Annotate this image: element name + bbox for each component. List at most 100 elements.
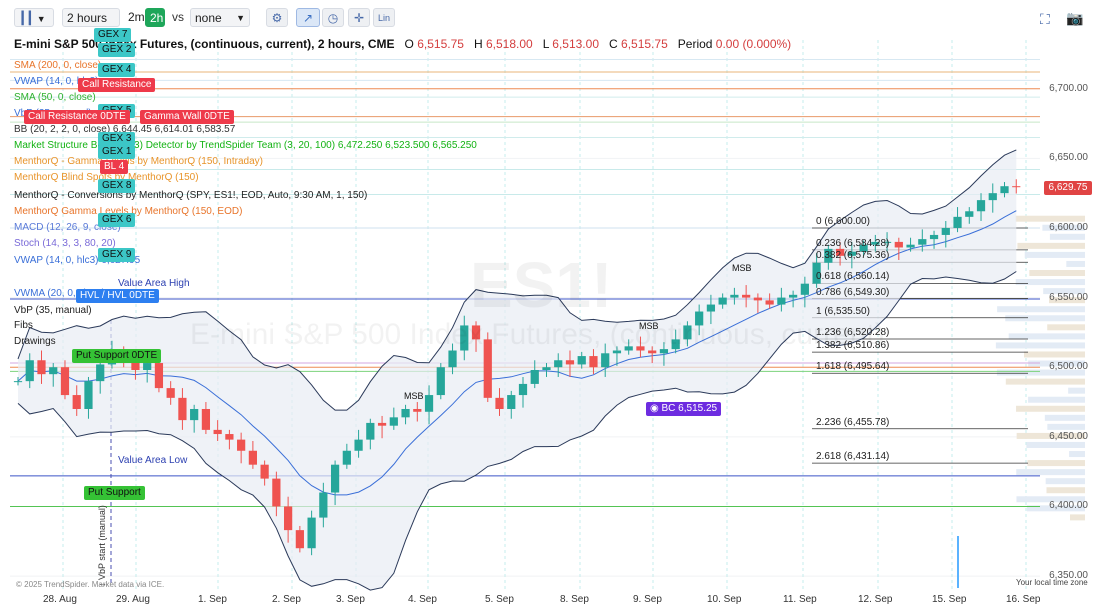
level-tag[interactable]: GEX 2 <box>98 43 136 57</box>
candle-body <box>166 388 175 398</box>
volume-profile-bar <box>997 306 1085 313</box>
price-tick: 6,450.00 <box>1049 430 1088 442</box>
level-tag[interactable]: GEX 3 <box>98 132 136 146</box>
fib-label: 0.382 (6,575.36) <box>816 250 890 262</box>
volume-profile-bar <box>1045 478 1085 485</box>
msb-label: MSB <box>732 263 752 273</box>
level-tag[interactable]: BL 4 <box>100 160 129 174</box>
c-label: C <box>609 37 618 51</box>
candle-body <box>518 383 528 396</box>
candle-body <box>413 408 422 412</box>
candle-body <box>507 395 516 409</box>
level-tag[interactable]: GEX 9 <box>98 248 136 262</box>
candle-body <box>72 395 81 409</box>
legend-item[interactable]: Drawings <box>14 336 56 347</box>
time-tick: 29. Aug <box>116 594 150 605</box>
time-tick: 11. Sep <box>783 594 817 605</box>
volume-profile-bar <box>1028 396 1085 403</box>
level-tag[interactable]: GEX 6 <box>98 213 136 227</box>
candle-body <box>307 517 316 549</box>
candle-body <box>777 297 786 305</box>
candle-body <box>965 211 974 217</box>
legend-item[interactable]: Market Structure Break (4, 3) Detector b… <box>14 140 477 151</box>
volume-profile-bar <box>1070 514 1085 521</box>
legend-item[interactable]: Fibs <box>14 320 33 331</box>
candle-body <box>37 360 46 375</box>
volume-profile-bar <box>1017 242 1085 249</box>
period-label: Period <box>677 37 713 51</box>
candle-body <box>190 408 199 421</box>
level-tag[interactable]: Put Support 0DTE <box>72 349 162 363</box>
h-label: H <box>473 37 483 51</box>
time-tick: 1. Sep <box>198 594 227 605</box>
level-tag[interactable]: HVL / HVL 0DTE <box>76 289 159 303</box>
level-tag[interactable]: Call Resistance <box>78 78 156 92</box>
msb-label: MSB <box>404 391 424 401</box>
volume-profile-bar <box>1047 423 1085 430</box>
value-area-high-label: Value Area High <box>118 278 190 289</box>
level-tag[interactable]: Gamma Wall 0DTE <box>140 110 234 124</box>
volume-profile-bar <box>1005 315 1085 322</box>
time-tick: 9. Sep <box>633 594 662 605</box>
level-tag[interactable]: GEX 8 <box>98 179 136 193</box>
candle-body <box>730 294 739 298</box>
price-tick: 6,700.00 <box>1049 82 1088 94</box>
period-value: 0.00 (0.000%) <box>715 37 792 51</box>
candle-body <box>941 227 950 235</box>
volume-profile-bar <box>1068 387 1085 394</box>
fib-label: 1 (6,535.50) <box>816 305 870 317</box>
candle-body <box>260 464 269 479</box>
volume-profile-bar <box>995 342 1085 349</box>
candle-body <box>272 478 281 507</box>
volume-profile-bar <box>1027 460 1085 467</box>
bc-tag[interactable]: ◉ BC 6,515.25 <box>646 402 722 416</box>
volume-profile-bar <box>1029 270 1085 277</box>
legend-item[interactable]: VbP (35, manual) <box>14 305 92 316</box>
level-tag[interactable]: GEX 1 <box>98 145 136 159</box>
volume-profile-bar <box>1016 405 1085 412</box>
candle-body <box>25 360 34 382</box>
level-tag[interactable]: Put Support <box>84 486 145 500</box>
fib-label: 0.618 (6,560.14) <box>816 271 890 283</box>
candle-body <box>765 300 774 305</box>
candle-body <box>706 304 716 312</box>
candle-body <box>789 294 798 298</box>
candle-body <box>1012 186 1021 188</box>
candle-body <box>295 530 304 549</box>
fib-label: 1.236 (6,520.28) <box>816 326 890 338</box>
level-tag[interactable]: GEX 4 <box>98 63 136 77</box>
value-area-low-label: Value Area Low <box>118 455 188 466</box>
time-tick: 5. Sep <box>485 594 514 605</box>
fib-label: 2.618 (6,431.14) <box>816 451 890 463</box>
candle-body <box>530 370 539 384</box>
candle-body <box>237 439 246 451</box>
legend-item[interactable]: SMA (50, 0, close) <box>14 92 96 103</box>
volume-profile-bar <box>1015 215 1085 222</box>
volume-profile-bar <box>1015 279 1085 286</box>
price-tick: 6,400.00 <box>1049 500 1088 512</box>
candle-body <box>13 381 23 383</box>
candle-body <box>918 239 927 245</box>
candle-body <box>988 193 997 201</box>
time-tick: 16. Sep <box>1006 594 1041 605</box>
time-tick: 8. Sep <box>560 594 589 605</box>
legend-item[interactable]: SMA (200, 0, close) <box>14 60 101 71</box>
candle-body <box>800 283 809 295</box>
candle-body <box>906 244 915 248</box>
volume-profile-bar <box>1016 469 1085 476</box>
level-tag[interactable]: GEX 7 <box>94 28 132 42</box>
fib-label: 1.618 (6,495.64) <box>816 361 890 373</box>
candle-body <box>894 241 903 248</box>
candle-body <box>742 294 751 298</box>
volume-profile-bar <box>1024 251 1085 258</box>
candle-body <box>319 492 328 518</box>
candle-body <box>976 200 986 212</box>
candle-body <box>84 381 93 409</box>
level-tag[interactable]: Call Resistance 0DTE <box>24 110 130 124</box>
legend-item[interactable]: MenthorQ - Gamma Levels by MenthorQ (150… <box>14 156 263 167</box>
volume-profile-bar <box>1047 324 1085 331</box>
fib-label: 0.236 (6,584.28) <box>816 237 890 249</box>
close-value: 6,515.75 <box>621 37 668 51</box>
msb-label: MSB <box>639 321 659 331</box>
legend-item[interactable]: MenthorQ - Conversions by MenthorQ (SPY,… <box>14 190 367 201</box>
